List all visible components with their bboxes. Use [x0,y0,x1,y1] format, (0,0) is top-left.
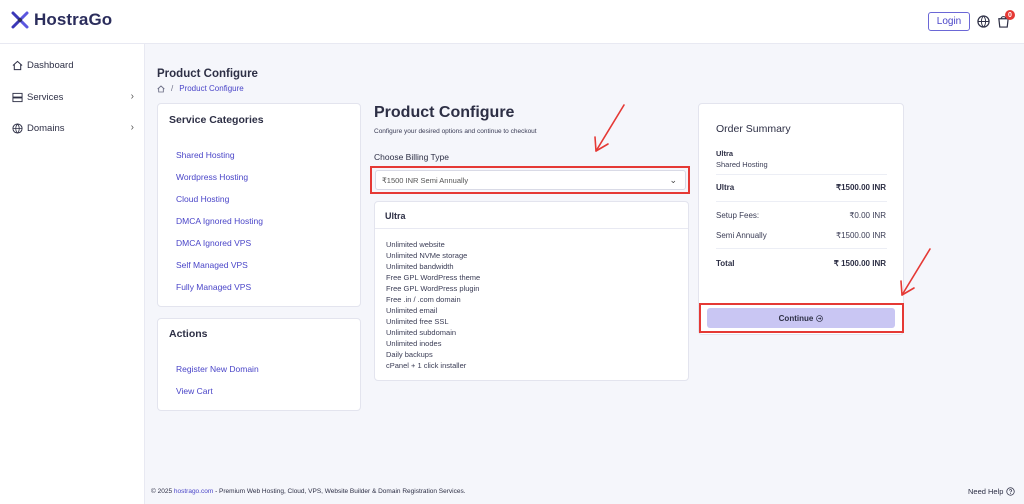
chevron-down-icon: ⌄ [669,175,677,185]
plan-feature: Unlimited website [386,240,445,249]
configure-subtitle: Configure your desired options and conti… [374,128,537,135]
footer-site-link[interactable]: hostrago.com [174,488,213,495]
billing-type-label: Choose Billing Type [374,152,449,162]
sidebar-item-label: Dashboard [27,59,74,71]
globe-icon [12,122,23,134]
summary-price-label: Ultra [716,183,735,192]
home-icon [12,60,23,70]
billing-selected-value: ₹1500 INR Semi Annually [382,175,469,185]
logo-icon [11,11,29,29]
setup-fees-value: ₹0.00 INR [849,211,886,220]
language-globe-icon[interactable] [977,15,990,28]
category-link[interactable]: Fully Managed VPS [176,282,251,292]
plan-feature: Free GPL WordPress theme [386,273,481,282]
footer-copyright: © 2025 hostrago.com - Premium Web Hostin… [151,488,466,495]
chevron-right-icon: › [130,91,134,102]
plan-feature: Unlimited free SSL [386,317,449,326]
brand-name: HostraGo [34,10,113,29]
plan-feature: Unlimited inodes [386,339,442,348]
category-link[interactable]: Shared Hosting [176,150,235,160]
summary-product-name: Ultra [716,149,734,158]
billing-cycle-label: Semi Annually [716,231,767,240]
footer-prefix: © 2025 [151,488,174,495]
divider [716,174,887,175]
category-link[interactable]: Self Managed VPS [176,260,248,270]
configure-title: Product Configure [374,104,515,121]
help-circle-icon [1006,487,1016,496]
breadcrumb-separator: / [171,84,174,93]
plan-feature: Unlimited bandwidth [386,262,454,271]
category-link[interactable]: DMCA Ignored Hosting [176,216,263,226]
category-link[interactable]: Wordpress Hosting [176,172,248,182]
plan-feature: Unlimited subdomain [386,328,457,337]
register-domain-link[interactable]: Register New Domain [176,364,259,374]
annotation-arrow-icon [594,104,625,152]
continue-label: Continue [778,313,814,323]
need-help-link[interactable]: Need Help [968,487,1016,496]
divider [716,248,887,249]
category-link[interactable]: Cloud Hosting [176,194,229,204]
setup-fees-label: Setup Fees: [716,211,760,220]
plan-header: Ultra [375,202,688,229]
login-button[interactable]: Login [928,12,970,31]
billing-cycle-value: ₹1500.00 INR [835,231,886,240]
sidebar-item-dashboard[interactable]: Dashboard [12,57,134,73]
page-title: Product Configure [157,68,258,80]
summary-price-value: ₹1500.00 INR [835,183,886,192]
sidebar: Dashboard Services › Domains › [0,44,145,504]
plan-feature: Free GPL WordPress plugin [386,284,480,293]
plan-feature: Free .in / .com domain [386,295,461,304]
sidebar-item-services[interactable]: Services › [12,89,134,105]
server-icon [12,92,23,102]
breadcrumb-current[interactable]: Product Configure [179,84,243,93]
plan-name: Ultra [385,211,406,221]
view-cart-link[interactable]: View Cart [176,386,213,396]
plan-feature: Unlimited NVMe storage [386,251,468,260]
sidebar-item-label: Services [27,91,64,103]
continue-button[interactable]: Continue [707,308,895,328]
chevron-right-icon: › [130,122,134,133]
plan-feature: cPanel + 1 click installer [386,361,467,370]
footer-suffix: - Premium Web Hosting, Cloud, VPS, Websi… [213,488,466,495]
brand-logo[interactable]: HostraGo [10,10,112,30]
annotation-arrow-icon [900,248,931,296]
plan-feature: Daily backups [386,350,433,359]
service-categories-card: Service Categories Shared Hosting Wordpr… [157,103,361,307]
card-title: Service Categories [169,114,264,126]
total-label: Total [716,259,735,268]
cart-count-badge: 0 [1005,10,1015,20]
top-header: HostraGo Login 0 [0,0,1024,44]
need-help-label: Need Help [968,487,1004,496]
card-title: Actions [169,328,208,340]
sidebar-item-domains[interactable]: Domains › [12,120,134,136]
home-icon[interactable] [157,84,165,93]
order-summary-card: Order Summary Ultra Shared Hosting Ultra… [698,103,904,335]
summary-product-group: Shared Hosting [716,160,768,169]
divider [716,201,887,202]
arrow-circle-right-icon [816,314,824,322]
billing-type-select[interactable]: ₹1500 INR Semi Annually ⌄ [375,170,686,190]
plan-details-card: Ultra Unlimited website Unlimited NVMe s… [374,201,689,381]
actions-card: Actions Register New Domain View Cart [157,318,361,411]
category-link[interactable]: DMCA Ignored VPS [176,238,251,248]
breadcrumb: / Product Configure [157,84,244,93]
plan-feature: Unlimited email [386,306,438,315]
order-summary-title: Order Summary [716,123,791,135]
sidebar-item-label: Domains [27,122,65,134]
total-value: ₹ 1500.00 INR [833,259,886,268]
